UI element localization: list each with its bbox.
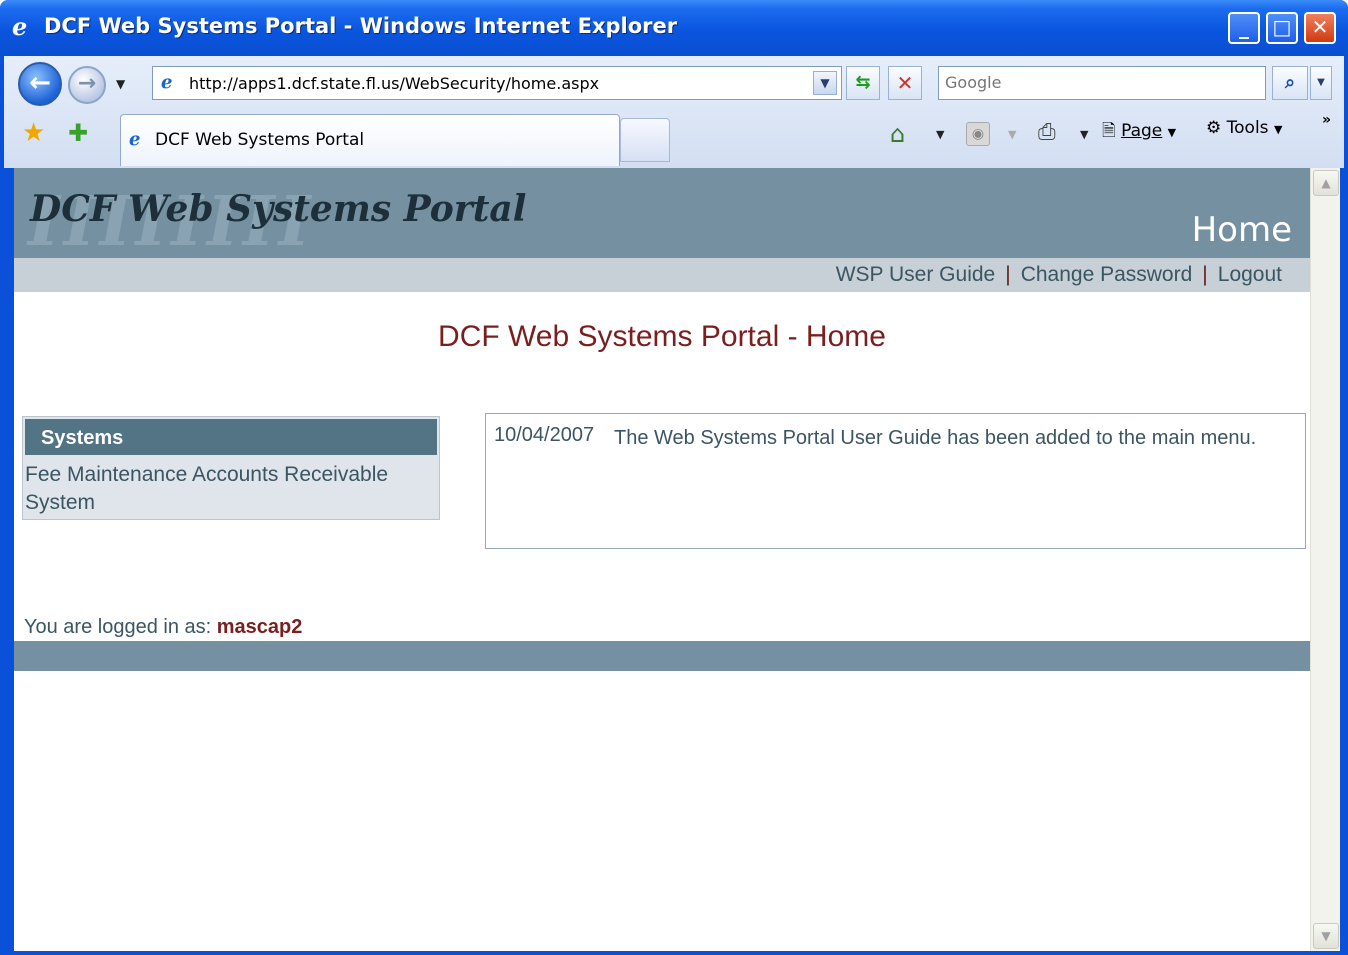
print-dropdown-icon[interactable]: ▼ [1080,128,1088,141]
link-separator: | [1005,263,1011,286]
page-icon: 🗎 [1102,121,1116,141]
stop-button[interactable]: ✕ [888,66,922,100]
systems-panel: Systems Fee Maintenance Accounts Receiva… [22,416,440,520]
search-box[interactable] [938,66,1266,100]
news-text: The Web Systems Portal User Guide has be… [614,427,1257,449]
search-options-icon[interactable]: ▼ [1310,66,1332,100]
scroll-down-icon[interactable]: ▼ [1313,923,1339,949]
system-link-fee-maintenance[interactable]: Fee Maintenance Accounts Receivable Syst… [25,461,425,517]
forward-button[interactable]: → [68,66,106,104]
add-favorite-icon[interactable]: ✚ [68,120,96,146]
login-status: You are logged in as: mascap2 [24,616,302,639]
browser-window: ℯ DCF Web Systems Portal - Windows Inter… [0,0,1348,955]
tab-ie-icon: ℯ [129,129,141,150]
portal-logo: DCF Web Systems Portal [30,188,527,230]
footer-bar [14,641,1310,671]
user-guide-link[interactable]: WSP User Guide [836,263,996,286]
tools-menu[interactable]: ⚙ Tools ▼ [1206,118,1282,146]
navigation-toolbar: ← → ▼ ℯ http://apps1.dcf.state.fl.us/Web… [4,56,1344,112]
feeds-icon[interactable]: ◉ [966,122,990,146]
maximize-button[interactable]: □ [1266,12,1298,44]
news-box: 10/04/2007 The Web Systems Portal User G… [485,413,1306,549]
section-title: Home [1191,210,1292,250]
tab-dcf-portal[interactable]: ℯ DCF Web Systems Portal [120,114,620,166]
top-links: WSP User Guide | Change Password | Logout [836,263,1282,287]
page-title: DCF Web Systems Portal - Home [438,320,886,353]
minimize-button[interactable]: _ [1228,12,1260,44]
window-title: DCF Web Systems Portal - Windows Interne… [44,14,678,38]
history-dropdown-icon[interactable]: ▼ [116,74,130,94]
close-button[interactable]: ✕ [1304,12,1336,44]
tab-toolbar: ★ ✚ ℯ DCF Web Systems Portal ⌂ ▼ ◉ ▼ ⎙ ▼… [4,112,1344,168]
title-bar: ℯ DCF Web Systems Portal - Windows Inter… [0,0,1348,56]
address-bar[interactable]: ℯ http://apps1.dcf.state.fl.us/WebSecuri… [152,66,842,100]
page-dropdown-icon: ▼ [1167,126,1177,139]
address-dropdown-icon[interactable]: ▼ [813,71,837,95]
systems-header: Systems [25,419,437,455]
tab-label: DCF Web Systems Portal [155,130,365,150]
portal-banner: IIIIIIII DCF Web Systems Portal Home [14,168,1310,262]
page-icon: ℯ [161,72,173,93]
page-menu[interactable]: 🗎 Page ▼ [1102,118,1176,146]
home-dropdown-icon[interactable]: ▼ [936,128,944,141]
tools-dropdown-icon: ▼ [1273,123,1283,136]
print-icon[interactable]: ⎙ [1038,120,1056,145]
scroll-up-icon[interactable]: ▲ [1313,170,1339,196]
browser-chrome: ← → ▼ ℯ http://apps1.dcf.state.fl.us/Web… [4,56,1344,168]
login-prefix: You are logged in as: [24,616,212,638]
top-link-bar: WSP User Guide | Change Password | Logout [14,258,1310,292]
search-icon[interactable]: ⌕ [1272,66,1308,100]
more-commands-icon[interactable]: » [1322,112,1331,128]
refresh-button[interactable]: ⇆ [846,66,880,100]
home-icon[interactable]: ⌂ [890,120,905,148]
logout-link[interactable]: Logout [1218,263,1282,286]
back-button[interactable]: ← [18,62,62,106]
change-password-link[interactable]: Change Password [1021,263,1193,286]
search-input[interactable] [945,73,1255,92]
page-menu-label: Page [1121,121,1163,141]
login-username: mascap2 [216,616,303,638]
window-frame-bottom [0,951,1348,955]
ie-logo-icon: ℯ [12,13,28,41]
feeds-dropdown-icon[interactable]: ▼ [1008,128,1016,141]
favorites-star-icon[interactable]: ★ [22,120,48,146]
link-separator: | [1202,263,1208,286]
vertical-scrollbar[interactable]: ▲ ▼ [1310,168,1340,951]
gear-icon: ⚙ [1206,118,1222,138]
tools-menu-label: Tools [1226,118,1269,138]
page-viewport: IIIIIIII DCF Web Systems Portal Home WSP… [14,168,1310,951]
new-tab-button[interactable] [620,118,670,162]
address-url[interactable]: http://apps1.dcf.state.fl.us/WebSecurity… [189,74,599,93]
news-date: 10/04/2007 [494,424,595,446]
